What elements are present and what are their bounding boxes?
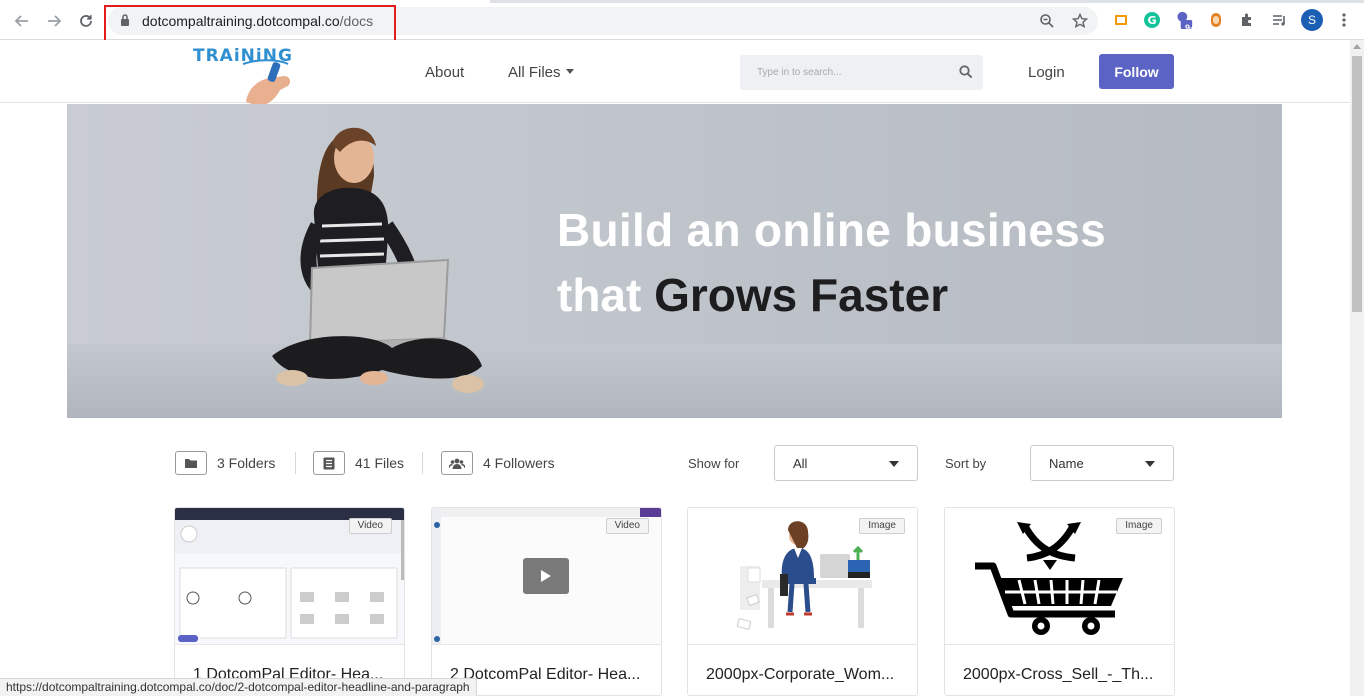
page-scrollbar[interactable] (1350, 40, 1364, 696)
hero-banner: Build an online business that Grows Fast… (67, 104, 1282, 418)
folders-stat[interactable]: 3 Folders (175, 451, 275, 475)
card-title[interactable]: 2 DotcomPal Editor- Hea... (450, 666, 650, 684)
card-title[interactable]: 2000px-Corporate_Wom... (706, 666, 906, 684)
forward-arrow-icon[interactable] (43, 10, 65, 32)
scroll-up-arrow-icon[interactable] (1353, 44, 1361, 49)
card-title[interactable]: 2000px-Cross_Sell_-_Th... (963, 666, 1163, 684)
sort-by-value: Name (1049, 456, 1084, 471)
file-card[interactable]: Video 1 DotcomPal Editor- Hea... (174, 507, 405, 696)
file-card[interactable]: Video 2 DotcomPal Editor- Hea... (431, 507, 662, 696)
caret-down-icon (565, 68, 574, 74)
extensions-puzzle-icon[interactable] (1238, 11, 1256, 29)
stat-divider (295, 452, 296, 474)
show-for-value: All (793, 456, 808, 471)
nav-about-link[interactable]: About (425, 64, 464, 81)
play-button[interactable] (523, 558, 569, 594)
hand-marker-image (242, 59, 291, 106)
puzzle-badge-extension-icon[interactable]: 9+ (1175, 11, 1195, 33)
file-card[interactable]: Image 2000px-Cross_Sell_-_Th... (944, 507, 1175, 696)
zoom-icon[interactable] (1038, 12, 1056, 30)
browser-menu-icon[interactable] (1335, 11, 1353, 29)
login-link[interactable]: Login (1028, 64, 1065, 81)
show-for-select[interactable]: All (774, 445, 918, 481)
hero-headline-line2: that Grows Faster (557, 268, 948, 322)
nav-all-files-dropdown[interactable]: All Files (508, 64, 574, 81)
video-thumbnail[interactable]: Video (175, 508, 404, 645)
link-status-bar: https://dotcompaltraining.dotcompal.co/d… (0, 678, 477, 696)
video-badge: Video (348, 518, 392, 534)
followers-count: 4 Followers (483, 455, 555, 471)
caret-down-icon (889, 461, 899, 467)
image-thumbnail[interactable]: Image (945, 508, 1174, 645)
sort-by-select[interactable]: Name (1030, 445, 1174, 481)
extension-badge: 9+ (1185, 23, 1196, 33)
profile-avatar[interactable]: S (1301, 9, 1323, 31)
back-arrow-icon[interactable] (11, 10, 33, 32)
reading-list-icon[interactable] (1270, 11, 1288, 29)
nav-all-files-label: All Files (508, 64, 561, 81)
stat-divider (422, 452, 423, 474)
hero-floor (67, 344, 1282, 418)
browser-toolbar: dotcompaltraining.dotcompal.co/docs G 9+… (0, 0, 1364, 44)
woman-with-laptop-image (272, 127, 484, 393)
followers-stat[interactable]: 4 Followers (441, 451, 555, 475)
image-badge: Image (859, 518, 905, 534)
hero-headline-line1: Build an online business (557, 204, 1107, 256)
search-input[interactable] (740, 55, 950, 90)
users-icon (441, 451, 473, 475)
files-count: 41 Files (355, 455, 405, 471)
files-stat[interactable]: 41 Files (313, 451, 404, 475)
bookmark-star-icon[interactable] (1071, 12, 1089, 30)
folder-icon (175, 451, 207, 475)
url-highlight-box (104, 5, 396, 44)
training-logo[interactable]: TRAiNiNG (190, 44, 300, 106)
reload-icon[interactable] (75, 10, 97, 32)
honey-extension-icon[interactable] (1207, 11, 1225, 29)
hero-headline-light: that (557, 269, 655, 321)
search-box (740, 55, 983, 90)
cast-extension-icon[interactable] (1112, 11, 1130, 29)
scrollbar-thumb[interactable] (1352, 56, 1362, 312)
play-icon (541, 570, 551, 582)
active-tab[interactable] (0, 0, 490, 3)
folders-count: 3 Folders (217, 455, 276, 471)
image-badge: Image (1116, 518, 1162, 534)
grammarly-icon[interactable]: G (1143, 11, 1161, 29)
sort-by-label: Sort by (945, 456, 987, 471)
search-icon[interactable] (959, 65, 973, 79)
caret-down-icon (1145, 461, 1155, 467)
tab-strip (0, 0, 1364, 3)
svg-text:G: G (1147, 14, 1156, 27)
site-header: TRAiNiNG About All Files Login Follow (0, 40, 1350, 106)
follow-button[interactable]: Follow (1099, 54, 1174, 89)
file-list-icon (313, 451, 345, 475)
video-thumbnail[interactable]: Video (432, 508, 661, 645)
image-thumbnail[interactable]: Image (688, 508, 917, 645)
file-card[interactable]: Image 2000px-Corporate_Wom... (687, 507, 918, 696)
show-for-label: Show for (688, 456, 740, 471)
video-badge: Video (605, 518, 649, 534)
hero-headline-dark: Grows Faster (654, 269, 949, 321)
